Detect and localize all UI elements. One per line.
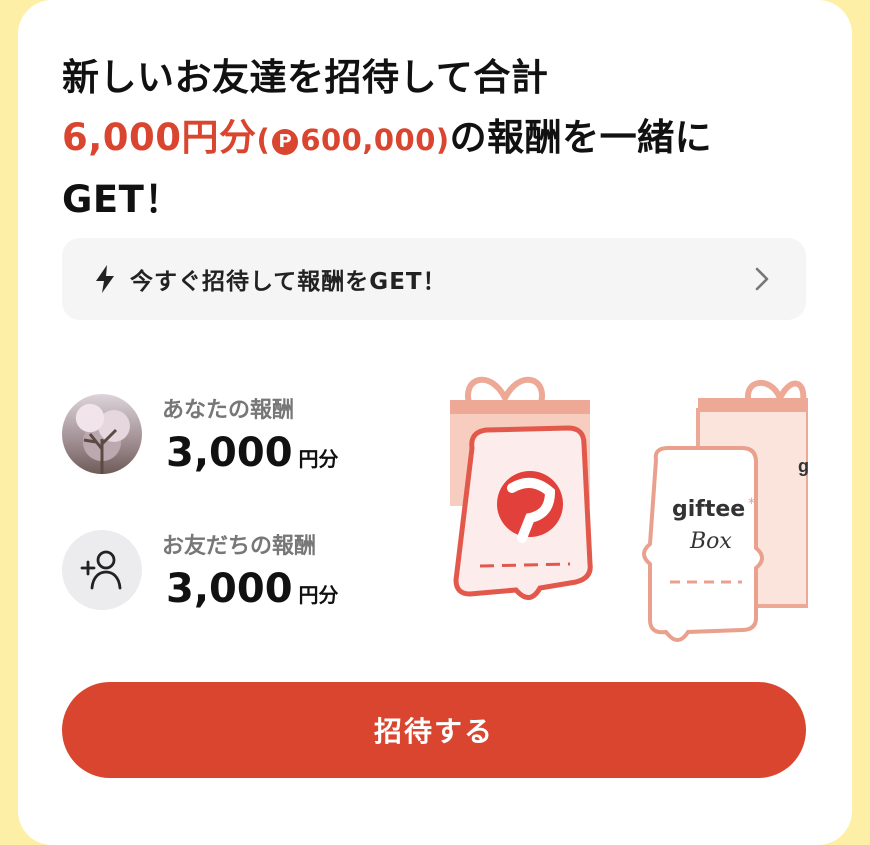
reward-total-amount: 6,000円分 [62, 116, 257, 159]
gift-illustration: g giftee * Box [450, 368, 808, 643]
friend-reward-label: お友だちの報酬 [162, 534, 317, 559]
partial-card-label: g [798, 456, 808, 476]
your-reward-unit: 円分 [298, 447, 339, 471]
giftee-box-card: giftee * Box [642, 446, 764, 642]
friend-reward-unit: 円分 [298, 583, 339, 607]
headline-line-2-suffix: の報酬を一緒に [449, 116, 713, 159]
avatar [62, 394, 142, 474]
paypay-ticket [453, 425, 593, 600]
points-value: 600,000) [300, 123, 450, 157]
points-open-paren: ( [256, 123, 271, 157]
headline-line-3: GET！ [62, 178, 182, 221]
your-reward-value: 3,000 円分 [166, 430, 339, 476]
your-reward-amount: 3,000 [166, 430, 293, 476]
giftee-subtitle: Box [689, 529, 732, 554]
your-reward-label: あなたの報酬 [162, 398, 295, 423]
banner-text: 今すぐ招待して報酬をGET！ [130, 269, 447, 295]
bolt-icon [96, 265, 114, 293]
svg-text:*: * [748, 496, 755, 512]
headline: 新しいお友達を招待して合計 6,000円分(P 600,000)の報酬を一緒に G… [62, 48, 822, 230]
paypay-point-icon: P [272, 129, 299, 155]
friend-reward-row: お友だちの報酬 3,000 円分 [62, 528, 339, 612]
invite-button[interactable]: 招待する [62, 682, 806, 778]
headline-line-1: 新しいお友達を招待して合計 [62, 56, 549, 99]
add-friend-icon [62, 530, 142, 610]
headline-line-2: 6,000円分(P 600,000)の報酬を一緒に [62, 108, 822, 170]
chevron-right-icon [755, 267, 769, 291]
invite-now-banner[interactable]: 今すぐ招待して報酬をGET！ [62, 238, 806, 320]
your-reward-row: あなたの報酬 3,000 円分 [62, 392, 339, 476]
friend-reward-value: 3,000 円分 [166, 566, 339, 612]
friend-reward-amount: 3,000 [166, 566, 293, 612]
giftee-title: giftee [672, 497, 745, 522]
